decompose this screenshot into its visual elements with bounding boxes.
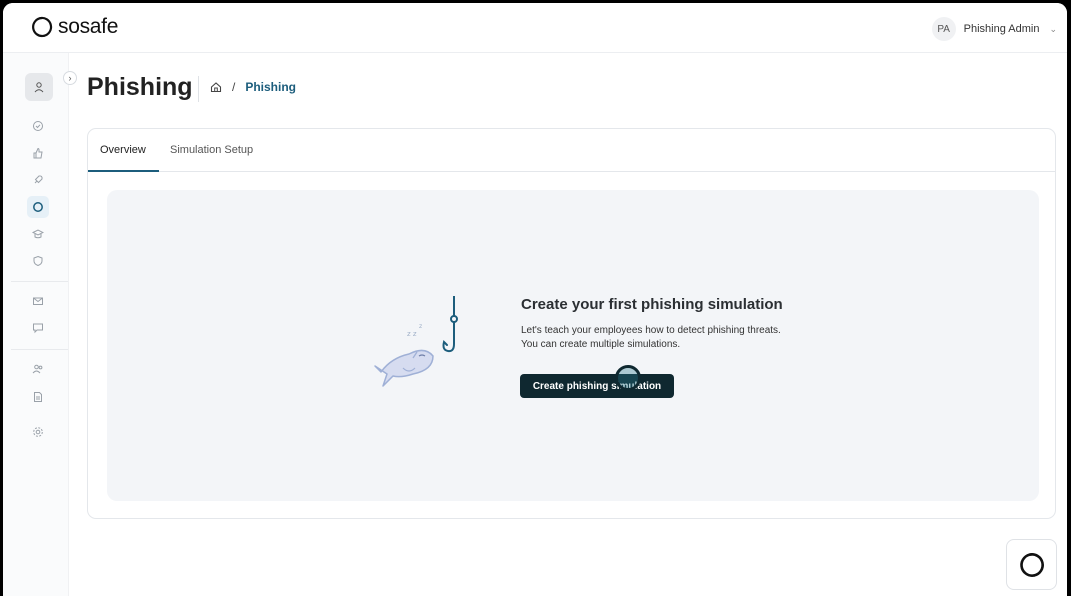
- sidebar-item-awareness[interactable]: [27, 142, 49, 164]
- sidebar-divider: [11, 349, 68, 350]
- sidebar-user-button[interactable]: [25, 73, 53, 101]
- sidebar-item-learning[interactable]: [27, 223, 49, 245]
- sosafe-logo-icon: [1019, 552, 1044, 577]
- shield-icon: [33, 255, 43, 267]
- sidebar-item-launch[interactable]: [27, 169, 49, 191]
- thumbs-up-icon: [33, 147, 43, 159]
- sidebar-item-users[interactable]: [27, 358, 49, 380]
- sidebar-item-dashboard[interactable]: [27, 115, 49, 137]
- rocket-icon: [34, 175, 43, 184]
- user-menu[interactable]: PA Phishing Admin ⌄: [931, 17, 1057, 41]
- svg-text:z z: z z: [407, 330, 417, 338]
- home-icon[interactable]: [210, 81, 222, 93]
- phishing-icon: [33, 202, 43, 212]
- help-button[interactable]: [1006, 539, 1057, 590]
- user-avatar: PA: [931, 17, 956, 41]
- check-circle-icon: [33, 121, 43, 131]
- chat-icon: [33, 323, 43, 334]
- sidebar-item-security[interactable]: [27, 250, 49, 272]
- sidebar-divider: [11, 281, 68, 282]
- sidebar-item-messages[interactable]: [27, 317, 49, 339]
- settings-icon: [33, 427, 43, 437]
- fish-hook-illustration: z z z: [374, 296, 458, 387]
- sosafe-logo-icon: [32, 16, 53, 38]
- sidebar-item-mail[interactable]: [27, 290, 49, 312]
- graduation-cap-icon: [32, 229, 44, 239]
- page-title: Phishing: [87, 73, 193, 101]
- app-window: sosafe PA Phishing Admin ⌄ › Phishing / …: [3, 3, 1067, 596]
- breadcrumb: / Phishing: [210, 80, 296, 94]
- users-icon: [32, 364, 43, 374]
- sidebar-item-phishing[interactable]: [27, 196, 49, 218]
- title-divider: [198, 76, 199, 102]
- sidebar-item-reports[interactable]: [27, 386, 49, 408]
- brand-name: sosafe: [58, 15, 119, 38]
- main-card: Overview Simulation Setup z z z Create y…: [87, 128, 1056, 519]
- cursor-indicator: [615, 365, 641, 391]
- user-name: Phishing Admin: [963, 23, 1040, 35]
- breadcrumb-current[interactable]: Phishing: [245, 80, 296, 94]
- svg-text:z: z: [419, 323, 422, 330]
- logo[interactable]: sosafe: [31, 15, 118, 39]
- tab-overview[interactable]: Overview: [100, 144, 146, 156]
- active-tab-indicator: [88, 170, 159, 172]
- empty-state-title: Create your first phishing simulation: [521, 296, 783, 313]
- create-phishing-simulation-button[interactable]: Create phishing simulation: [520, 374, 674, 398]
- user-icon: [34, 82, 44, 93]
- sidebar: ›: [3, 53, 77, 596]
- tab-bar: Overview Simulation Setup: [88, 129, 1055, 172]
- document-icon: [34, 392, 42, 402]
- top-bar: sosafe PA Phishing Admin ⌄: [3, 3, 1067, 53]
- empty-state-panel: z z z Create your first phishing simulat…: [107, 190, 1039, 501]
- tab-simulation-setup[interactable]: Simulation Setup: [170, 144, 253, 156]
- sidebar-expand-button[interactable]: ›: [63, 71, 77, 85]
- sidebar-item-settings[interactable]: [27, 421, 49, 443]
- mail-icon: [33, 297, 43, 305]
- breadcrumb-separator: /: [232, 80, 236, 94]
- empty-state-description: Let's teach your employees how to detect…: [521, 325, 781, 336]
- chevron-down-icon: ⌄: [1049, 23, 1057, 34]
- empty-state-description-secondary: You can create multiple simulations.: [521, 339, 681, 350]
- chevron-right-icon: ›: [68, 73, 72, 83]
